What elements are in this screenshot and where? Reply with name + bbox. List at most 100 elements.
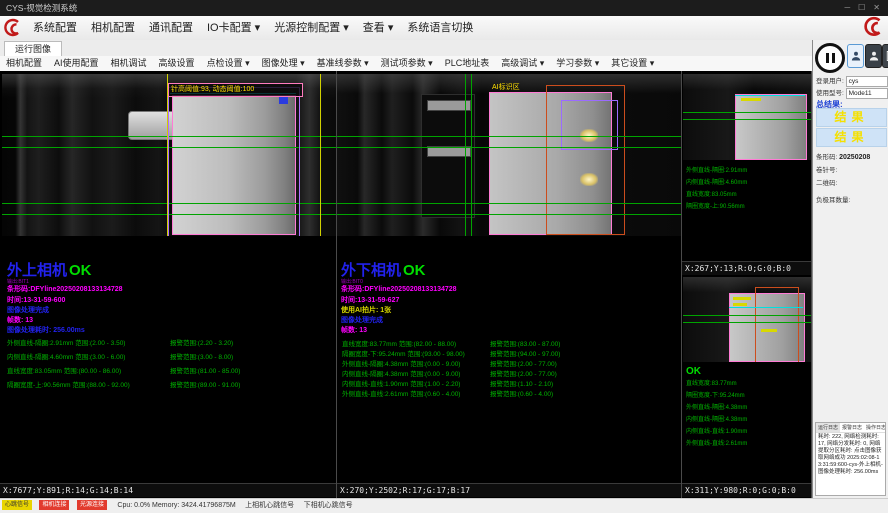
tool-advanced-debug[interactable]: 高级调试 ▾ [495,58,550,68]
login-row: 登录用户: cys [816,75,888,87]
pause-button[interactable] [815,43,845,73]
log-tab-run[interactable]: 运行日志 [816,423,840,432]
measure-row: 外侧直线-隔圈:2.91mm 范围:(2.00 - 3.50)报警范围:(2.2… [7,337,233,347]
tool-test-params[interactable]: 测试项参数 ▾ [375,58,439,68]
qr-row: 二维码: [816,177,837,187]
time-line: 时间:13-31-59-600 [7,295,65,305]
result-badge-1: 结果 [816,108,887,127]
log-tab-alarm[interactable]: 报警日志 [840,423,864,432]
brand-logo-right-icon [863,16,885,38]
right-sidebar: 登录用户: cys 使用型号: Mode11 总结果: 结果 结果 条形码: 2… [812,40,888,498]
tool-camera-debug[interactable]: 相机调试 [105,58,153,68]
barcode-label: 条形码: [816,154,837,161]
barcode-row: 条形码: 20250208 [816,151,870,161]
ok-status: OK [686,365,747,378]
tool-camera-config[interactable]: 相机配置 [0,58,48,68]
result-block-lower: 外下相机OK 输出:BIT0 [341,259,426,285]
toolbar: 相机配置AI使用配置相机调试高级设置点检设置 ▾图像处理 ▾基准线参数 ▾测试项… [0,56,888,72]
tab-run-image[interactable]: 运行图像 [4,41,62,57]
barcode-value: 20250208 [839,154,870,161]
menu-camera-config[interactable]: 相机配置 [84,22,142,34]
user-button-active[interactable] [847,44,864,68]
thumbnail-view-1[interactable] [683,74,811,160]
edge-line-overlay [729,307,803,308]
menu-comm-config[interactable]: 通讯配置 [142,22,200,34]
menu-view[interactable]: 查看 ▾ [356,22,401,34]
measure-row: 内侧直线-隔圈:4.60mm 范围:(3.00 - 6.00)报警范围:(3.0… [7,351,233,361]
thumb2-result-lines: OK 直线宽度:83.77mm隔圈宽度-下:95.24mm外侧直线-隔圈:4.3… [686,365,747,450]
baseline-overlay [683,112,811,113]
brand-logo-icon [3,18,23,38]
roi-rect-overlay [561,100,618,150]
roi-rect-overlay [168,87,300,236]
minimize-button[interactable]: ─ [840,0,854,16]
baseline-overlay [683,322,811,323]
divider [681,71,682,498]
user-icon [868,50,880,62]
heartbeat-badge: 心跳信号 [2,500,32,510]
model-label: 使用型号: [816,90,844,97]
upper-camera-heartbeat[interactable]: 上相机心跳信号 [245,499,294,512]
pixel-coords-upper: X:7677;Y:891;R:14;G:14;B:14 [0,483,336,497]
menu-light-config[interactable]: 光源控制配置 ▾ [267,22,356,34]
baseline-overlay [337,136,681,137]
close-button[interactable]: ✕ [869,0,884,16]
lower-camera-heartbeat[interactable]: 下相机心跳信号 [304,499,353,512]
camera-view-lower[interactable]: AI标识区 [337,74,681,236]
status-bar: 心跳信号 相机连接 光源连接 Cpu: 0.0% Memory: 3424.41… [0,498,888,513]
inspected-part [735,94,807,160]
camera-view-upper[interactable]: 针高阈值:93, 动态阈值:100 [2,74,336,236]
barcode-line: 条形码:DFYline20250208133134728 [341,284,457,294]
measure-row: 内侧直线-隔圈:4.38mm 范围:(0.00 - 9.00)报警范围:(2.0… [342,368,557,378]
tool-ai-config[interactable]: AI使用配置 [48,58,105,68]
baseline-overlay [337,203,681,204]
camera-result-title: 外上相机OK [7,259,92,280]
title-bar: CYS-视觉检测系统 ─☐✕ [0,0,888,16]
tool-learning-params[interactable]: 学习参数 ▾ [550,58,605,68]
measure-row: 外侧直线-直线:2.61mm 范围:(0.60 - 4.00)报警范围:(0.6… [342,388,553,398]
window-controls: ─☐✕ [840,0,884,16]
elapsed-line: 图像处理耗时: 256.00ms [7,325,85,335]
tab-row: 运行图像 [0,40,888,57]
marker-overlay [279,97,288,104]
tab-glow [580,173,598,186]
tool-spotcheck-settings[interactable]: 点检设置 ▾ [201,58,256,68]
thumbnail-view-2[interactable] [683,277,811,362]
maximize-button[interactable]: ☐ [854,0,869,16]
measure-row: 直线宽度:83.05mm 范围:(80.00 - 86.00)报警范围:(81.… [7,365,240,375]
light-connect-badge: 光源连接 [77,500,107,510]
user-button[interactable] [865,44,882,68]
result-badge-2: 结果 [816,128,887,147]
tool-image-processing[interactable]: 图像处理 ▾ [256,58,311,68]
user-icon [850,50,862,62]
frames-line: 帧数: 13 [7,315,33,325]
model-field[interactable]: Mode11 [846,88,888,99]
menu-system-config[interactable]: 系统配置 [26,22,84,34]
login-user-field[interactable]: cys [846,76,888,87]
tool-baseline-params[interactable]: 基准线参数 ▾ [311,58,375,68]
menu-language-switch[interactable]: 系统语言切换 [400,22,480,34]
done-line: 图像处理完成 [7,305,49,315]
camera-result-title: 外下相机OK [341,259,426,280]
label-overlay [761,329,777,332]
label-overlay [733,297,751,300]
log-tab-operate[interactable]: 操作日志 [864,423,886,432]
measure-row: 内侧直线-直线:1.90mm 范围:(1.00 - 2.20)报警范围:(1.1… [342,378,553,388]
tool-plc-address[interactable]: PLC地址表 [439,58,496,68]
exit-icon [885,50,888,62]
exit-button[interactable] [882,44,888,68]
frames-line: 帧数: 13 [341,325,367,335]
tool-other-settings[interactable]: 其它设置 ▾ [605,58,660,68]
label-overlay [733,303,747,306]
ok-status: OK [69,262,92,279]
tab-count-row: 负极耳数量: [816,194,850,204]
baseline-overlay [683,315,811,316]
ai-region-label: AI标识区 [492,82,520,92]
log-panel: 运行日志报警日志操作日志 耗时: 222, 网络检测耗时: 17, 网络分发耗时… [815,422,886,496]
pixel-coords-lower: X:270;Y:2502;R:17;G:17;B:17 [337,483,681,497]
menu-io-config[interactable]: IO卡配置 ▾ [200,22,267,34]
camera-connect-badge: 相机连接 [39,500,69,510]
measure-row: 直线宽度:83.77mm 范围:(82.00 - 88.00)报警范围:(83.… [342,338,560,348]
detect-rect-overlay [755,287,799,362]
tool-advanced-settings[interactable]: 高级设置 [153,58,201,68]
